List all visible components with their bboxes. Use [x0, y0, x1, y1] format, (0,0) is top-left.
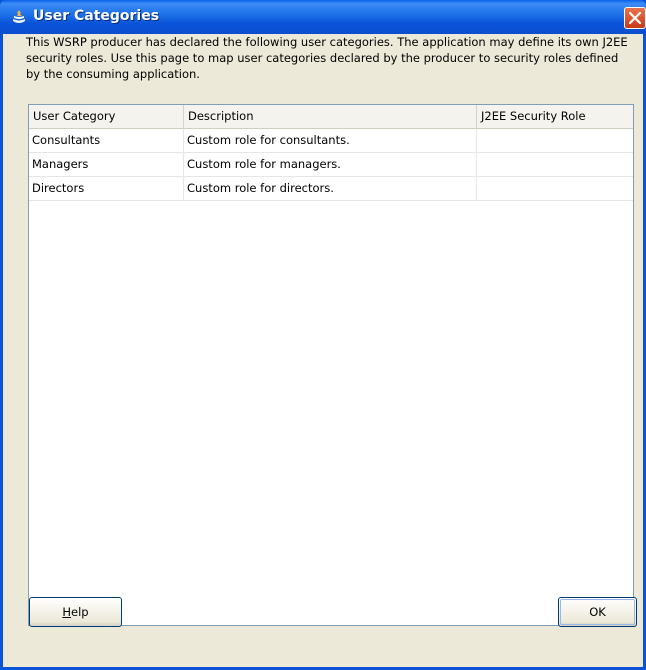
ok-button[interactable]: OK	[558, 597, 637, 627]
table-header: User Category Description J2EE Security …	[29, 105, 633, 129]
cell-security-role[interactable]	[477, 153, 633, 176]
cell-security-role[interactable]	[477, 177, 633, 200]
close-icon	[629, 12, 641, 24]
title-bar[interactable]: User Categories	[0, 0, 646, 34]
table-row[interactable]: Consultants Custom role for consultants.	[29, 129, 633, 153]
intro-text: This WSRP producer has declared the foll…	[26, 35, 628, 81]
dialog-title: User Categories	[33, 8, 160, 24]
cell-description[interactable]: Custom role for consultants.	[184, 129, 477, 152]
close-button[interactable]	[624, 7, 646, 29]
help-mnemonic: H	[62, 605, 72, 619]
help-button[interactable]: Help	[29, 597, 122, 627]
dialog-window: User Categories This WSRP producer has d…	[0, 0, 646, 670]
cell-description[interactable]: Custom role for directors.	[184, 177, 477, 200]
cell-user-category[interactable]: Directors	[29, 177, 184, 200]
cell-security-role[interactable]	[477, 129, 633, 152]
cell-description[interactable]: Custom role for managers.	[184, 153, 477, 176]
column-header-description[interactable]: Description	[184, 105, 477, 129]
help-label-rest: elp	[71, 605, 89, 619]
column-header-security-role[interactable]: J2EE Security Role	[477, 105, 633, 129]
oracle-jdeveloper-icon	[10, 8, 28, 26]
cell-user-category[interactable]: Consultants	[29, 129, 184, 152]
table-row[interactable]: Managers Custom role for managers.	[29, 153, 633, 177]
user-category-table[interactable]: User Category Description J2EE Security …	[28, 104, 634, 626]
column-header-user-category[interactable]: User Category	[29, 105, 184, 129]
cell-user-category[interactable]: Managers	[29, 153, 184, 176]
table-row[interactable]: Directors Custom role for directors.	[29, 177, 633, 201]
